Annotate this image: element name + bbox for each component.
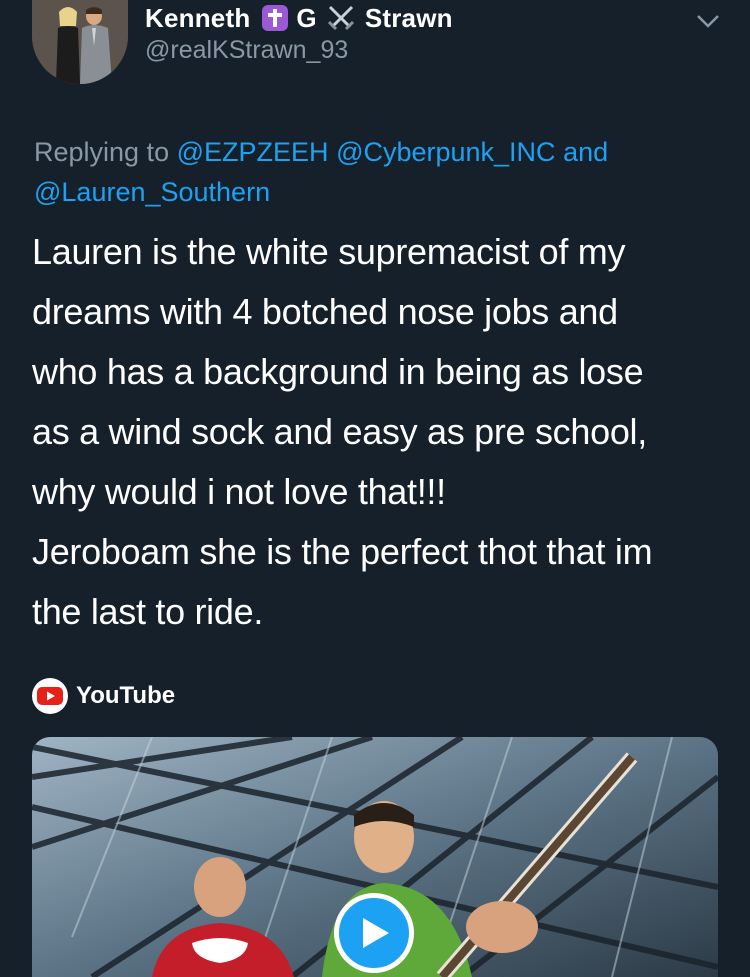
avatar[interactable] xyxy=(32,0,128,84)
mention-link[interactable]: @EZPZEEH xyxy=(177,137,329,167)
author-first-name: Kenneth xyxy=(145,2,251,33)
card-source-label: YouTube xyxy=(76,682,176,709)
tweet: Kenneth G Strawn @realKStrawn_93 Replyin… xyxy=(0,0,750,977)
play-button[interactable] xyxy=(334,893,414,973)
tweet-text-line: as a wind sock and easy as pre school, xyxy=(32,411,647,452)
card-source[interactable]: YouTube xyxy=(32,678,175,714)
crossed-swords-icon xyxy=(325,3,357,33)
latin-cross-icon xyxy=(262,5,289,31)
tweet-text-line: Lauren is the white supremacist of my xyxy=(32,231,626,272)
chevron-down-icon[interactable] xyxy=(694,10,722,32)
mention-link[interactable]: @Lauren_Southern xyxy=(34,177,270,207)
author-name[interactable]: Kenneth G Strawn xyxy=(145,3,453,33)
tweet-text: Lauren is the white supremacist of my dr… xyxy=(32,222,732,642)
replying-to-prefix: Replying to xyxy=(34,137,170,167)
mention-conjunction[interactable]: and xyxy=(563,137,608,167)
replying-to: Replying to @EZPZEEH @Cyberpunk_INC and … xyxy=(34,132,694,212)
tweet-text-line: dreams with 4 botched nose jobs and xyxy=(32,291,618,332)
tweet-text-line: Jeroboam she is the perfect thot that im xyxy=(32,531,653,572)
author-handle[interactable]: @realKStrawn_93 xyxy=(145,36,348,65)
author-middle-name: G xyxy=(296,2,317,33)
youtube-logo-icon xyxy=(32,678,68,714)
tweet-text-line: why would i not love that!!! xyxy=(32,471,446,512)
play-icon xyxy=(363,918,389,948)
author-last-name: Strawn xyxy=(364,2,453,33)
tweet-text-line: who has a background in being as lose xyxy=(32,351,644,392)
mention-link[interactable]: @Cyberpunk_INC xyxy=(336,137,556,167)
tweet-text-line: the last to ride. xyxy=(32,591,264,632)
